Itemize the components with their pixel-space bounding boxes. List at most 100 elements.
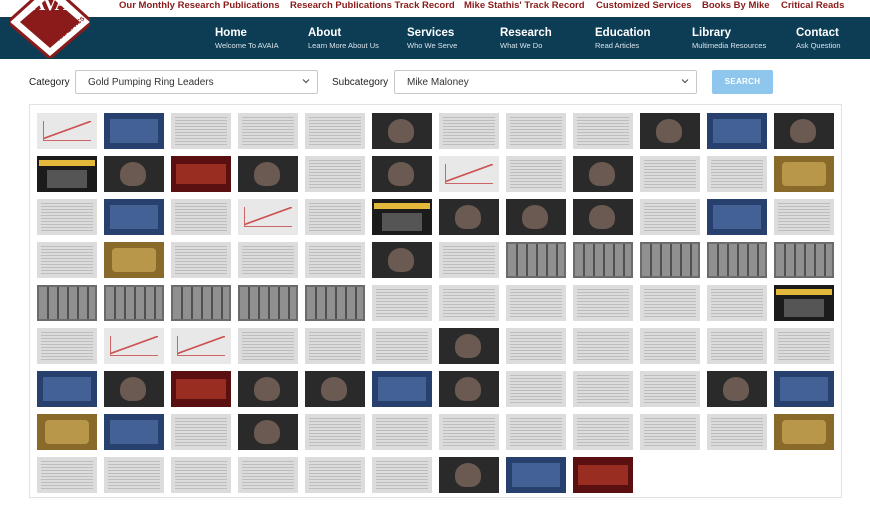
gallery-thumbnail[interactable] <box>774 414 834 450</box>
top-link-5[interactable]: Critical Reads <box>781 0 844 11</box>
top-link-2[interactable]: Mike Stathis' Track Record <box>464 0 585 11</box>
gallery-thumbnail[interactable] <box>372 113 432 149</box>
gallery-thumbnail[interactable] <box>238 113 298 149</box>
gallery-thumbnail[interactable] <box>171 156 231 192</box>
gallery-thumbnail[interactable] <box>774 285 834 321</box>
gallery-thumbnail[interactable] <box>573 199 633 235</box>
nav-item-about[interactable]: About Learn More About Us <box>308 27 379 51</box>
gallery-thumbnail[interactable] <box>506 457 566 493</box>
gallery-thumbnail[interactable] <box>506 285 566 321</box>
gallery-thumbnail[interactable] <box>774 242 834 278</box>
gallery-thumbnail[interactable] <box>774 156 834 192</box>
gallery-thumbnail[interactable] <box>774 113 834 149</box>
search-button[interactable]: SEARCH <box>712 70 773 94</box>
gallery-thumbnail[interactable] <box>37 242 97 278</box>
gallery-thumbnail[interactable] <box>506 328 566 364</box>
gallery-thumbnail[interactable] <box>707 328 767 364</box>
nav-item-research[interactable]: Research What We Do <box>500 27 552 51</box>
gallery-thumbnail[interactable] <box>104 414 164 450</box>
gallery-thumbnail[interactable] <box>439 242 499 278</box>
gallery-thumbnail[interactable] <box>372 328 432 364</box>
gallery-thumbnail[interactable] <box>305 156 365 192</box>
gallery-thumbnail[interactable] <box>506 156 566 192</box>
gallery-thumbnail[interactable] <box>37 328 97 364</box>
gallery-thumbnail[interactable] <box>37 285 97 321</box>
gallery-thumbnail[interactable] <box>305 199 365 235</box>
top-link-4[interactable]: Books By Mike <box>702 0 770 11</box>
gallery-thumbnail[interactable] <box>640 156 700 192</box>
gallery-thumbnail[interactable] <box>305 113 365 149</box>
ava-analytics-logo[interactable]: AVA ANALYTICS <box>10 0 90 58</box>
gallery-thumbnail[interactable] <box>506 371 566 407</box>
nav-item-education[interactable]: Education Read Articles <box>595 27 651 51</box>
gallery-thumbnail[interactable] <box>372 371 432 407</box>
gallery-thumbnail[interactable] <box>774 199 834 235</box>
nav-item-home[interactable]: Home Welcome To AVAIA <box>215 27 279 51</box>
gallery-thumbnail[interactable] <box>238 285 298 321</box>
gallery-thumbnail[interactable] <box>707 371 767 407</box>
gallery-thumbnail[interactable] <box>37 414 97 450</box>
gallery-thumbnail[interactable] <box>640 371 700 407</box>
gallery-thumbnail[interactable] <box>707 285 767 321</box>
gallery-thumbnail[interactable] <box>372 414 432 450</box>
gallery-thumbnail[interactable] <box>104 457 164 493</box>
gallery-thumbnail[interactable] <box>104 328 164 364</box>
gallery-thumbnail[interactable] <box>506 113 566 149</box>
gallery-thumbnail[interactable] <box>774 328 834 364</box>
gallery-thumbnail[interactable] <box>37 156 97 192</box>
gallery-thumbnail[interactable] <box>573 113 633 149</box>
gallery-thumbnail[interactable] <box>573 328 633 364</box>
gallery-thumbnail[interactable] <box>640 199 700 235</box>
gallery-thumbnail[interactable] <box>171 371 231 407</box>
gallery-thumbnail[interactable] <box>305 242 365 278</box>
gallery-thumbnail[interactable] <box>305 414 365 450</box>
gallery-thumbnail[interactable] <box>506 199 566 235</box>
gallery-thumbnail[interactable] <box>372 242 432 278</box>
top-link-3[interactable]: Customized Services <box>596 0 692 11</box>
gallery-thumbnail[interactable] <box>640 328 700 364</box>
top-link-1[interactable]: Research Publications Track Record <box>290 0 455 11</box>
category-select[interactable]: Gold Pumping Ring Leaders <box>75 70 318 94</box>
gallery-thumbnail[interactable] <box>37 199 97 235</box>
gallery-thumbnail[interactable] <box>640 285 700 321</box>
gallery-thumbnail[interactable] <box>774 371 834 407</box>
gallery-thumbnail[interactable] <box>37 371 97 407</box>
gallery-thumbnail[interactable] <box>171 414 231 450</box>
gallery-thumbnail[interactable] <box>573 285 633 321</box>
gallery-thumbnail[interactable] <box>640 113 700 149</box>
gallery-thumbnail[interactable] <box>439 285 499 321</box>
gallery-thumbnail[interactable] <box>171 113 231 149</box>
gallery-thumbnail[interactable] <box>372 285 432 321</box>
gallery-thumbnail[interactable] <box>104 156 164 192</box>
gallery-thumbnail[interactable] <box>238 328 298 364</box>
gallery-thumbnail[interactable] <box>439 414 499 450</box>
nav-item-services[interactable]: Services Who We Serve <box>407 27 457 51</box>
gallery-thumbnail[interactable] <box>439 371 499 407</box>
gallery-thumbnail[interactable] <box>372 457 432 493</box>
gallery-thumbnail[interactable] <box>305 285 365 321</box>
gallery-thumbnail[interactable] <box>439 457 499 493</box>
gallery-thumbnail[interactable] <box>37 113 97 149</box>
gallery-thumbnail[interactable] <box>372 199 432 235</box>
gallery-thumbnail[interactable] <box>171 242 231 278</box>
gallery-thumbnail[interactable] <box>305 457 365 493</box>
nav-item-contact[interactable]: Contact Ask Question <box>796 27 841 51</box>
gallery-thumbnail[interactable] <box>37 457 97 493</box>
gallery-thumbnail[interactable] <box>104 285 164 321</box>
nav-item-library[interactable]: Library Multimedia Resources <box>692 27 766 51</box>
gallery-thumbnail[interactable] <box>439 113 499 149</box>
gallery-thumbnail[interactable] <box>707 414 767 450</box>
gallery-thumbnail[interactable] <box>707 199 767 235</box>
gallery-thumbnail[interactable] <box>707 242 767 278</box>
gallery-thumbnail[interactable] <box>104 113 164 149</box>
gallery-thumbnail[interactable] <box>506 414 566 450</box>
gallery-thumbnail[interactable] <box>238 457 298 493</box>
gallery-thumbnail[interactable] <box>707 156 767 192</box>
gallery-thumbnail[interactable] <box>171 328 231 364</box>
gallery-thumbnail[interactable] <box>439 199 499 235</box>
gallery-thumbnail[interactable] <box>372 156 432 192</box>
gallery-thumbnail[interactable] <box>238 414 298 450</box>
gallery-thumbnail[interactable] <box>238 156 298 192</box>
gallery-thumbnail[interactable] <box>104 242 164 278</box>
gallery-thumbnail[interactable] <box>640 242 700 278</box>
